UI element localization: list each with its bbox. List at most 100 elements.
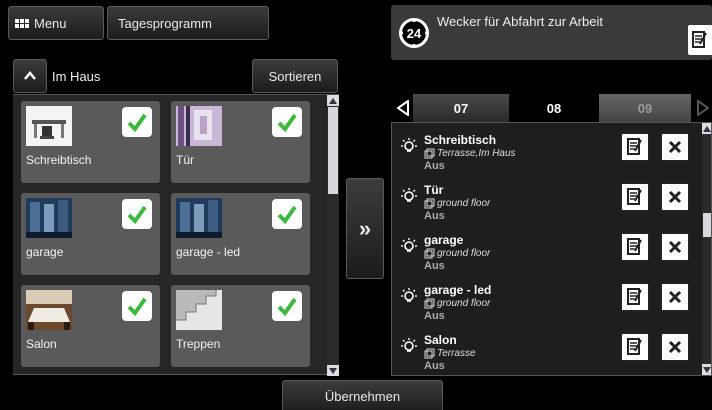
- clock-icon: 24: [399, 18, 429, 48]
- schedule-device-state: Aus: [424, 260, 445, 272]
- location-text: ground floor: [437, 298, 491, 309]
- daily-program-button[interactable]: Tagesprogramm: [107, 6, 269, 40]
- arrow-right-icon: [696, 100, 709, 116]
- device-tile-label: Treppen: [176, 337, 221, 351]
- device-checkbox[interactable]: [122, 107, 152, 137]
- schedule-row[interactable]: garage ground floor Aus: [392, 223, 702, 273]
- schedule-row[interactable]: Tür ground floor Aus: [392, 173, 702, 223]
- device-tile-salon[interactable]: Salon: [21, 285, 160, 367]
- edit-button[interactable]: [620, 282, 650, 312]
- checkmark-icon: [277, 205, 297, 225]
- checkmark-icon: [277, 113, 297, 133]
- garage-photo-icon: [176, 198, 222, 238]
- grid-menu-icon: [15, 18, 29, 28]
- device-tile-label: Tür: [176, 153, 194, 167]
- room-icon: [424, 198, 435, 209]
- stairs-photo-icon: [176, 290, 222, 330]
- edit-button[interactable]: [620, 332, 650, 362]
- schedule-device-location: ground floor: [424, 248, 490, 259]
- device-tile-garage[interactable]: garage: [21, 193, 160, 275]
- location-text: ground floor: [437, 248, 491, 259]
- salon-photo-icon: [26, 290, 72, 330]
- checkmark-icon: [127, 113, 147, 133]
- tab-hour-08[interactable]: 08: [509, 94, 599, 122]
- schedule-device-name: garage - led: [424, 283, 492, 297]
- light-bulb-icon: [401, 338, 417, 352]
- schedule-device-state: Aus: [424, 310, 445, 322]
- edit-button[interactable]: [620, 182, 650, 212]
- delete-button[interactable]: [660, 132, 690, 162]
- device-checkbox[interactable]: [272, 107, 302, 137]
- device-checkbox[interactable]: [122, 291, 152, 321]
- schedule-device-name: garage: [424, 233, 464, 247]
- delete-button[interactable]: [660, 332, 690, 362]
- schedule-row[interactable]: Salon Terrasse Aus: [392, 323, 702, 373]
- door-photo-icon: [176, 106, 222, 146]
- schedule-device-name: Schreibtisch: [424, 133, 497, 147]
- room-icon: [424, 148, 435, 159]
- alarm-header: 24 Wecker für Abfahrt zur Arbeit: [391, 5, 712, 60]
- arrow-left-icon: [397, 100, 409, 116]
- sort-label: Sortieren: [268, 68, 322, 84]
- device-checkbox[interactable]: [272, 199, 302, 229]
- delete-button[interactable]: [660, 282, 690, 312]
- alarm-title: Wecker für Abfahrt zur Arbeit: [437, 14, 603, 29]
- device-tile-label: Schreibtisch: [26, 153, 92, 167]
- schedule-device-state: Aus: [424, 360, 445, 372]
- device-checkbox[interactable]: [272, 291, 302, 321]
- schedule-list: Schreibtisch Terrasse,Im Haus Aus Tür gr…: [391, 122, 712, 376]
- delete-button[interactable]: [660, 232, 690, 262]
- scroll-up-arrow-icon[interactable]: [327, 95, 339, 106]
- sort-button[interactable]: Sortieren: [252, 59, 338, 93]
- garage-photo-icon: [26, 198, 72, 238]
- location-text: Terrasse: [437, 348, 476, 359]
- device-tile-label: garage: [26, 245, 64, 259]
- checkmark-icon: [277, 297, 297, 317]
- schedule-scrollbar[interactable]: [702, 123, 711, 375]
- menu-button[interactable]: Menu: [8, 6, 104, 40]
- alarm-edit-button[interactable]: [688, 25, 712, 55]
- scrollbar-thumb[interactable]: [703, 213, 711, 237]
- tab-hour-07[interactable]: 07: [413, 94, 509, 122]
- collapse-room-button[interactable]: [13, 59, 47, 93]
- schedule-row[interactable]: Schreibtisch Terrasse,Im Haus Aus: [392, 123, 702, 173]
- room-icon: [424, 348, 435, 359]
- room-title: Im Haus: [52, 69, 101, 84]
- schedule-device-location: ground floor: [424, 198, 490, 209]
- delete-button[interactable]: [660, 182, 690, 212]
- edit-icon: [627, 138, 642, 155]
- edit-button[interactable]: [620, 132, 650, 162]
- edit-icon: [627, 338, 642, 355]
- apply-button[interactable]: Übernehmen: [282, 380, 443, 410]
- scroll-up-arrow-icon[interactable]: [702, 123, 711, 134]
- close-icon: [668, 340, 682, 354]
- chevron-up-icon: [24, 71, 36, 80]
- device-tile-treppen[interactable]: Treppen: [171, 285, 310, 367]
- desk-photo-icon: [26, 106, 72, 146]
- checkmark-icon: [127, 205, 147, 225]
- edit-icon: [627, 288, 642, 305]
- device-grid: Schreibtisch Tür garage garage - led Sal…: [13, 94, 339, 376]
- tab-hour-09[interactable]: 09: [599, 94, 691, 122]
- device-tile-tuer[interactable]: Tür: [171, 101, 310, 183]
- hour-next-button[interactable]: [693, 94, 712, 122]
- schedule-device-state: Aus: [424, 160, 445, 172]
- scroll-down-arrow-icon[interactable]: [327, 365, 339, 376]
- light-bulb-icon: [401, 238, 417, 252]
- scrollbar-thumb[interactable]: [328, 107, 338, 194]
- scroll-down-arrow-icon[interactable]: [702, 364, 711, 375]
- edit-button[interactable]: [620, 232, 650, 262]
- device-checkbox[interactable]: [122, 199, 152, 229]
- edit-icon: [627, 238, 642, 255]
- menu-label: Menu: [34, 15, 67, 31]
- device-tile-schreibtisch[interactable]: Schreibtisch: [21, 101, 160, 183]
- device-tile-garage-led[interactable]: garage - led: [171, 193, 310, 275]
- room-icon: [424, 248, 435, 259]
- schedule-row[interactable]: garage - led ground floor Aus: [392, 273, 702, 323]
- device-grid-scrollbar[interactable]: [327, 95, 339, 376]
- location-text: ground floor: [437, 198, 491, 209]
- checkmark-icon: [127, 297, 147, 317]
- hour-prev-button[interactable]: [393, 94, 413, 122]
- transfer-button[interactable]: »: [346, 178, 384, 279]
- close-icon: [668, 140, 682, 154]
